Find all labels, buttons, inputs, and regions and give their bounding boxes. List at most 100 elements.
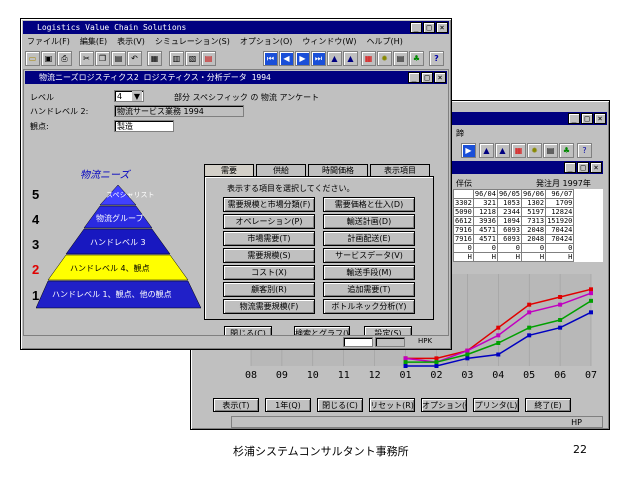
table-cell: 12824 bbox=[545, 207, 575, 217]
back-button[interactable]: プリンタ(L) bbox=[473, 398, 519, 412]
back-chart-icon[interactable]: ▦ bbox=[511, 143, 526, 158]
copy-icon[interactable]: ❐ bbox=[95, 51, 110, 66]
open-folder-icon[interactable]: ▭ bbox=[25, 51, 40, 66]
table-cell: 7916 bbox=[453, 234, 474, 244]
data-point bbox=[403, 364, 408, 368]
menu-item[interactable]: ヘルプ(H) bbox=[367, 37, 403, 46]
option-button[interactable]: 市場需要(T) bbox=[223, 231, 315, 246]
child-minimize-button[interactable]: _ bbox=[564, 162, 576, 173]
table-cell: 3302 bbox=[453, 198, 474, 208]
prev-record-icon[interactable]: ◀ bbox=[279, 51, 294, 66]
last-record-icon[interactable]: ⏭ bbox=[311, 51, 326, 66]
back-button[interactable]: 閉じる(C) bbox=[317, 398, 363, 412]
maximize-button[interactable]: □ bbox=[581, 113, 593, 124]
back-button[interactable]: 終了(E) bbox=[525, 398, 571, 412]
option-button[interactable]: ボトルネック分析(Y) bbox=[323, 299, 415, 314]
pyramid-text-5: スペシャリスト bbox=[106, 191, 155, 199]
table-cell: 1053 bbox=[496, 198, 523, 208]
tab-demand[interactable]: 需要 bbox=[204, 164, 254, 176]
option-button[interactable]: コスト(X) bbox=[223, 265, 315, 280]
cut-icon[interactable]: ✂ bbox=[79, 51, 94, 66]
close-button[interactable]: × bbox=[594, 113, 606, 124]
viewpoint-field[interactable]: 製造 bbox=[114, 120, 174, 132]
window-icon[interactable]: ▦ bbox=[147, 51, 162, 66]
grid-icon[interactable]: ▤ bbox=[393, 51, 408, 66]
table-cell: H bbox=[545, 252, 575, 262]
menu-item[interactable]: 表示(V) bbox=[117, 37, 145, 46]
data-point bbox=[496, 325, 501, 330]
child-maximize-button[interactable]: □ bbox=[577, 162, 589, 173]
document-icon[interactable]: ▤ bbox=[201, 51, 216, 66]
gear-icon[interactable]: ✹ bbox=[377, 51, 392, 66]
option-button[interactable]: サービスデータ(V) bbox=[323, 248, 415, 263]
option-button[interactable]: 追加需要(T) bbox=[323, 282, 415, 297]
option-button[interactable]: 需要価格と仕入(D) bbox=[323, 197, 415, 212]
back-button[interactable]: リセット(R) bbox=[369, 398, 415, 412]
level-select[interactable]: 4 ▼ bbox=[114, 90, 144, 102]
table-cell: 1709 bbox=[545, 198, 575, 208]
back-nav-icon[interactable]: ▶ bbox=[461, 143, 476, 158]
paste-icon[interactable]: ▤ bbox=[111, 51, 126, 66]
minimize-button[interactable]: _ bbox=[568, 113, 580, 124]
child-win-maximize-button[interactable]: □ bbox=[421, 72, 433, 83]
back-help-icon[interactable]: ? bbox=[577, 143, 592, 158]
option-button[interactable]: 顧客別(R) bbox=[223, 282, 315, 297]
level2-field[interactable]: 物流サービス業務 1994 bbox=[114, 105, 244, 117]
font-large-icon[interactable]: ▲ bbox=[327, 51, 342, 66]
child-win-close-button[interactable]: × bbox=[434, 72, 446, 83]
back-list-icon[interactable]: ▤ bbox=[543, 143, 558, 158]
option-button[interactable]: 物流需要規模(F) bbox=[223, 299, 315, 314]
x-tick-label: 11 bbox=[338, 370, 350, 381]
menu-item[interactable]: オプション(O) bbox=[240, 37, 293, 46]
app-maximize-button[interactable]: □ bbox=[423, 22, 435, 33]
tab-display-items[interactable]: 表示項目 bbox=[370, 164, 430, 176]
table-row: 7916 4571 6093 2048 70424 bbox=[453, 225, 575, 235]
tab-time-price[interactable]: 時間価格 bbox=[308, 164, 368, 176]
save-icon[interactable]: ▣ bbox=[41, 51, 56, 66]
help-icon[interactable]: ? bbox=[429, 51, 444, 66]
table-cell: 0 bbox=[545, 243, 575, 253]
menu-item[interactable]: ウィンドウ(W) bbox=[302, 37, 356, 46]
font-small-icon[interactable]: ▲ bbox=[343, 51, 358, 66]
back-menu-partial[interactable]: 蹄 bbox=[456, 128, 464, 139]
option-button[interactable]: 計画配送(E) bbox=[323, 231, 415, 246]
back-font-icon-1[interactable]: ▲ bbox=[479, 143, 494, 158]
child-win-minimize-button[interactable]: _ bbox=[408, 72, 420, 83]
tab-supply[interactable]: 供給 bbox=[256, 164, 306, 176]
next-record-icon[interactable]: ▶ bbox=[295, 51, 310, 66]
x-tick-label: 08 bbox=[245, 370, 257, 381]
data-point bbox=[527, 333, 532, 338]
first-record-icon[interactable]: ⏮ bbox=[263, 51, 278, 66]
tile-icon[interactable]: ▥ bbox=[169, 51, 184, 66]
back-button[interactable]: 1年(Q) bbox=[265, 398, 311, 412]
back-button[interactable]: オプション(O) bbox=[421, 398, 467, 412]
back-child-titlebar: _ □ × bbox=[446, 161, 603, 174]
app-close-button[interactable]: × bbox=[436, 22, 448, 33]
child-close-button[interactable]: × bbox=[590, 162, 602, 173]
undo-icon[interactable]: ↶ bbox=[127, 51, 142, 66]
option-button[interactable]: 需要規模と市場分類(F) bbox=[223, 197, 315, 212]
option-button[interactable]: 輸送手段(M) bbox=[323, 265, 415, 280]
bell-icon[interactable]: ♣ bbox=[409, 51, 424, 66]
data-point bbox=[589, 310, 593, 315]
table-header-cell: 96/06 bbox=[521, 189, 547, 199]
back-button[interactable]: 表示(T) bbox=[213, 398, 259, 412]
data-table: 96/04 96/05 96/06 96/07 3302 321 1053 1302 1… bbox=[453, 189, 603, 262]
chart-icon[interactable]: ▦ bbox=[361, 51, 376, 66]
table-cell: 0 bbox=[496, 243, 523, 253]
menu-item[interactable]: ファイル(F) bbox=[27, 37, 70, 46]
table-row: 5090 1218 2344 5197 12824 bbox=[453, 207, 575, 217]
cascade-icon[interactable]: ▧ bbox=[185, 51, 200, 66]
back-bell-icon[interactable]: ♣ bbox=[559, 143, 574, 158]
option-button[interactable]: オペレーション(P) bbox=[223, 214, 315, 229]
option-button[interactable]: 需要規模(S) bbox=[223, 248, 315, 263]
menu-item[interactable]: シミュレーション(S) bbox=[155, 37, 230, 46]
back-font-icon-2[interactable]: ▲ bbox=[495, 143, 510, 158]
table-row: 6612 3936 1094 7313 151920 bbox=[453, 216, 575, 226]
option-button[interactable]: 輸送計画(D) bbox=[323, 214, 415, 229]
back-gear-icon[interactable]: ✹ bbox=[527, 143, 542, 158]
app-minimize-button[interactable]: _ bbox=[410, 22, 422, 33]
print-icon[interactable]: ⎙ bbox=[57, 51, 72, 66]
pyramid-number-1: 1 bbox=[32, 288, 40, 303]
menu-item[interactable]: 編集(E) bbox=[80, 37, 107, 46]
